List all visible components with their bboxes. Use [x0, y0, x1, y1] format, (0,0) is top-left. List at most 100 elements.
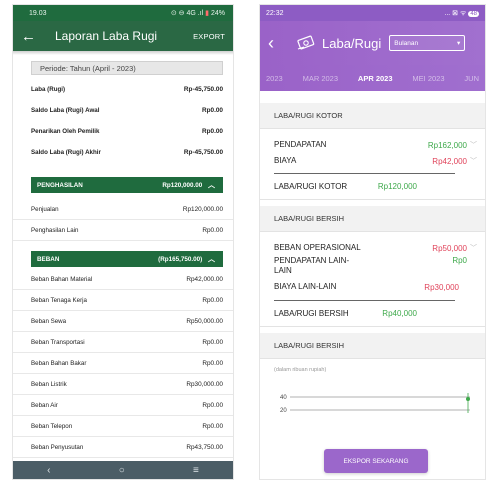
- net-total-row: LABA/RUGI BERSIH Rp40,000: [260, 301, 485, 327]
- expense-value: Rp0.00: [202, 422, 223, 430]
- chart-unit-note: (dalam ribuan rupiah): [274, 367, 327, 373]
- expense-label: Beban Bahan Bakar: [31, 359, 87, 367]
- summary-value: Rp-45,750.00: [183, 149, 223, 156]
- expense-label: Beban Air: [31, 401, 58, 409]
- summary-value: Rp-45,750.00: [183, 86, 223, 93]
- gross-income-row[interactable]: PENDAPATAN Rp162,000 ﹀: [260, 137, 485, 153]
- status-time: 22:32: [266, 9, 284, 17]
- chevron-down-icon[interactable]: ﹀: [470, 156, 477, 166]
- other-cost-label: BIAYA LAIN-LAIN: [274, 282, 337, 291]
- chart-svg: 40 20: [280, 393, 470, 414]
- chevron-down-icon[interactable]: ﹀: [470, 140, 477, 150]
- appbar-shadow: [13, 51, 233, 55]
- expense-value: Rp0.00: [202, 401, 223, 409]
- expense-label: Beban Listrik: [31, 380, 67, 388]
- expense-row: Beban Transportasi Rp0.00: [13, 332, 233, 353]
- expense-row: Beban Air Rp0.00: [13, 395, 233, 416]
- status-icons: ... ⊠ ᯤ 48: [444, 9, 479, 17]
- summary-value: Rp0.00: [202, 128, 223, 135]
- expense-value: Rp43,750.00: [186, 443, 223, 451]
- gross-cost-label: BIAYA: [274, 156, 297, 165]
- income-row: Penghasilan Lain Rp0.00: [13, 220, 233, 241]
- chevron-up-icon[interactable]: ︿: [208, 256, 215, 263]
- income-section-label: PENGHASILAN: [37, 181, 83, 189]
- income-label: Penghasilan Lain: [31, 226, 79, 234]
- expense-label: Beban Transportasi: [31, 338, 85, 346]
- income-label: Penjualan: [31, 205, 59, 213]
- left-phone-screen: 19.03 ⊙ ⊖ 4G .ıl ▮ 24% ← Laporan Laba Ru…: [12, 4, 234, 480]
- period-selector[interactable]: Periode: Tahun (April - 2023): [31, 61, 223, 75]
- income-value: Rp0.00: [202, 226, 223, 234]
- period-type-value: Bulanan: [394, 39, 419, 47]
- app-bar: ‹ Laba/Rugi Bulanan ▾: [260, 21, 485, 65]
- expense-row: Beban Telepon Rp0.00: [13, 416, 233, 437]
- expense-row: Beban Tenaga Kerja Rp0.00: [13, 290, 233, 311]
- income-row: Penjualan Rp120,000.00: [13, 199, 233, 220]
- right-phone-screen: 22:32 ... ⊠ ᯤ 48 ‹ Laba/Rugi Bulanan ▾ 2…: [259, 4, 486, 480]
- export-now-button[interactable]: EKSPOR SEKARANG: [324, 449, 428, 473]
- nav-menu-icon[interactable]: ≡: [193, 465, 199, 476]
- expense-row: Beban Bahan Bakar Rp0.00: [13, 353, 233, 374]
- operating-expense-row[interactable]: BEBAN OPERASIONAL Rp50,000 ﹀: [260, 240, 485, 256]
- expense-value: Rp30,000.00: [186, 380, 223, 388]
- expense-total: (Rp165,750.00): [158, 256, 203, 263]
- export-button[interactable]: EXPORT: [193, 32, 225, 41]
- expense-label: Beban Bahan Material: [31, 275, 93, 283]
- chevron-up-icon[interactable]: ︿: [208, 182, 215, 189]
- tab-mei-2023[interactable]: MEI 2023: [406, 74, 450, 83]
- expense-value: Rp50,000.00: [186, 317, 223, 325]
- other-cost-row: BIAYA LAIN-LAIN Rp30,000: [260, 278, 485, 296]
- other-income-value: Rp0: [452, 256, 467, 265]
- tab-apr-2023[interactable]: APR 2023: [352, 74, 399, 83]
- gross-total-value: Rp120,000: [377, 182, 417, 191]
- expense-label: Beban Telepon: [31, 422, 73, 430]
- expense-section-label: BEBAN: [37, 255, 60, 263]
- gross-total-row: LABA/RUGI KOTOR Rp120,000: [260, 174, 485, 200]
- y-tick-label: 20: [280, 408, 287, 414]
- summary-label: Saldo Laba (Rugi) Akhir: [31, 149, 101, 156]
- expense-value: Rp0.00: [202, 296, 223, 304]
- period-type-select[interactable]: Bulanan ▾: [389, 35, 466, 51]
- net-profit-chart: 40 20: [260, 379, 485, 419]
- tab-2023[interactable]: 2023: [260, 74, 289, 83]
- chevron-left-icon[interactable]: ‹: [268, 33, 290, 54]
- chevron-down-icon[interactable]: ﹀: [470, 243, 477, 253]
- expense-row: Beban Listrik Rp30,000.00: [13, 374, 233, 395]
- expense-value: Rp0.00: [202, 338, 223, 346]
- summary-row: Penarikan Oleh Pemilik Rp0.00: [13, 121, 233, 142]
- other-income-row: PENDAPATAN LAIN-LAIN Rp0: [260, 256, 485, 278]
- summary-value: Rp0.00: [202, 107, 223, 114]
- nav-home-icon[interactable]: ○: [119, 465, 125, 476]
- expense-section-header[interactable]: BEBAN (Rp165,750.00) ︿: [31, 251, 223, 267]
- expense-row: Beban Penyusutan Rp43,750.00: [13, 437, 233, 458]
- expense-label: Beban Penyusutan: [31, 443, 84, 451]
- status-bar: 22:32 ... ⊠ ᯤ 48: [260, 5, 485, 21]
- expense-label: Beban Tenaga Kerja: [31, 296, 87, 304]
- tab-mar-2023[interactable]: MAR 2023: [297, 74, 344, 83]
- operating-expense-value: Rp50,000: [432, 243, 467, 253]
- nav-back-icon[interactable]: ‹: [47, 465, 50, 476]
- summary-label: Laba (Rugi): [31, 86, 66, 93]
- gross-income-value: Rp162,000: [427, 140, 467, 150]
- summary-row: Laba (Rugi) Rp-45,750.00: [13, 79, 233, 100]
- status-bar: 19.03 ⊙ ⊖ 4G .ıl ▮ 24%: [13, 5, 233, 21]
- money-logo-icon: [297, 35, 315, 50]
- gross-income-label: PENDAPATAN: [274, 140, 327, 149]
- status-time: 19.03: [29, 9, 47, 17]
- app-bar: ← Laporan Laba Rugi EXPORT: [13, 21, 233, 51]
- data-point: [466, 397, 470, 401]
- income-value: Rp120,000.00: [182, 205, 223, 213]
- gross-cost-value: Rp42,000: [432, 156, 467, 166]
- battery-level: 48: [468, 10, 479, 17]
- y-tick-label: 40: [280, 395, 287, 401]
- expense-row: Beban Sewa Rp50,000.00: [13, 311, 233, 332]
- summary-label: Penarikan Oleh Pemilik: [31, 128, 100, 135]
- net-total-label: LABA/RUGI BERSIH: [274, 309, 349, 318]
- tab-jun[interactable]: JUN: [458, 74, 485, 83]
- gross-cost-row[interactable]: BIAYA Rp42,000 ﹀: [260, 153, 485, 169]
- system-nav-bar: ‹ ○ ≡: [13, 461, 233, 479]
- income-section-header[interactable]: PENGHASILAN Rp120,000.00 ︿: [31, 177, 223, 193]
- status-icons: ⊙ ⊖ 4G .ıl ▮ 24%: [170, 10, 225, 17]
- net-total-value: Rp40,000: [382, 309, 417, 318]
- arrow-left-icon[interactable]: ←: [21, 28, 39, 45]
